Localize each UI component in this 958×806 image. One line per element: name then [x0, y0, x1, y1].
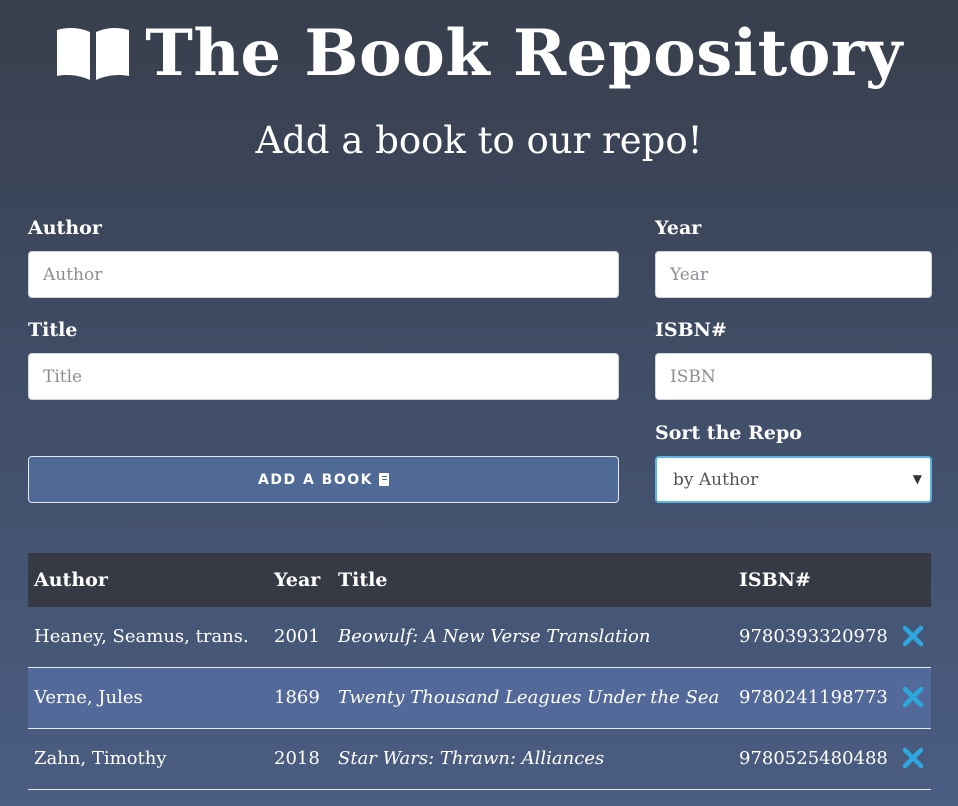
- sort-select-value: by Author: [673, 469, 759, 490]
- column-header-isbn[interactable]: ISBN#: [739, 553, 811, 607]
- column-header-title[interactable]: Title: [338, 553, 387, 607]
- cell-title: Star Wars: Thrawn: Alliances: [338, 748, 605, 769]
- cell-isbn: 9780393320978: [739, 626, 888, 647]
- dropdown-arrow-icon: ▼: [912, 472, 922, 486]
- cell-author: Verne, Jules: [34, 687, 143, 708]
- table-row: Zahn, Timothy 2018 Star Wars: Thrawn: Al…: [28, 729, 931, 790]
- cell-year: 2018: [274, 748, 320, 769]
- table-row: Heaney, Seamus, trans. 2001 Beowulf: A N…: [28, 607, 931, 668]
- delete-icon[interactable]: [902, 686, 924, 708]
- sort-label: Sort the Repo: [655, 422, 802, 444]
- app-title-wrap: The Book Repository: [55, 14, 903, 94]
- cell-author: Zahn, Timothy: [34, 748, 167, 769]
- open-book-icon: [57, 27, 130, 80]
- isbn-input[interactable]: [655, 353, 932, 400]
- author-input[interactable]: [28, 251, 619, 298]
- year-label: Year: [655, 217, 702, 239]
- books-table: Author Year Title ISBN# Heaney, Seamus, …: [28, 553, 931, 790]
- app-header: The Book Repository: [0, 14, 958, 94]
- title-label: Title: [28, 319, 78, 341]
- cell-isbn: 9780241198773: [739, 687, 888, 708]
- table-header: Author Year Title ISBN#: [28, 553, 931, 607]
- table-row: Verne, Jules 1869 Twenty Thousand League…: [28, 668, 931, 729]
- sort-select[interactable]: by Author ▼: [655, 456, 932, 503]
- cell-isbn: 9780525480488: [739, 748, 888, 769]
- column-header-year[interactable]: Year: [274, 553, 320, 607]
- add-book-button[interactable]: ADD A BOOK: [28, 456, 619, 503]
- delete-icon[interactable]: [902, 625, 924, 647]
- isbn-label: ISBN#: [655, 319, 727, 341]
- cell-title: Twenty Thousand Leagues Under the Sea: [338, 687, 720, 708]
- add-book-button-label: ADD A BOOK: [258, 471, 373, 488]
- page-title: The Book Repository: [145, 16, 903, 91]
- cell-year: 1869: [274, 687, 320, 708]
- page-subtitle: Add a book to our repo!: [255, 119, 703, 162]
- book-icon: [378, 473, 389, 486]
- cell-author: Heaney, Seamus, trans.: [34, 626, 249, 647]
- cell-year: 2001: [274, 626, 320, 647]
- year-input[interactable]: [655, 251, 932, 298]
- cell-title: Beowulf: A New Verse Translation: [338, 626, 651, 647]
- column-header-author[interactable]: Author: [34, 553, 108, 607]
- author-label: Author: [28, 217, 102, 239]
- delete-icon[interactable]: [902, 747, 924, 769]
- title-input[interactable]: [28, 353, 619, 400]
